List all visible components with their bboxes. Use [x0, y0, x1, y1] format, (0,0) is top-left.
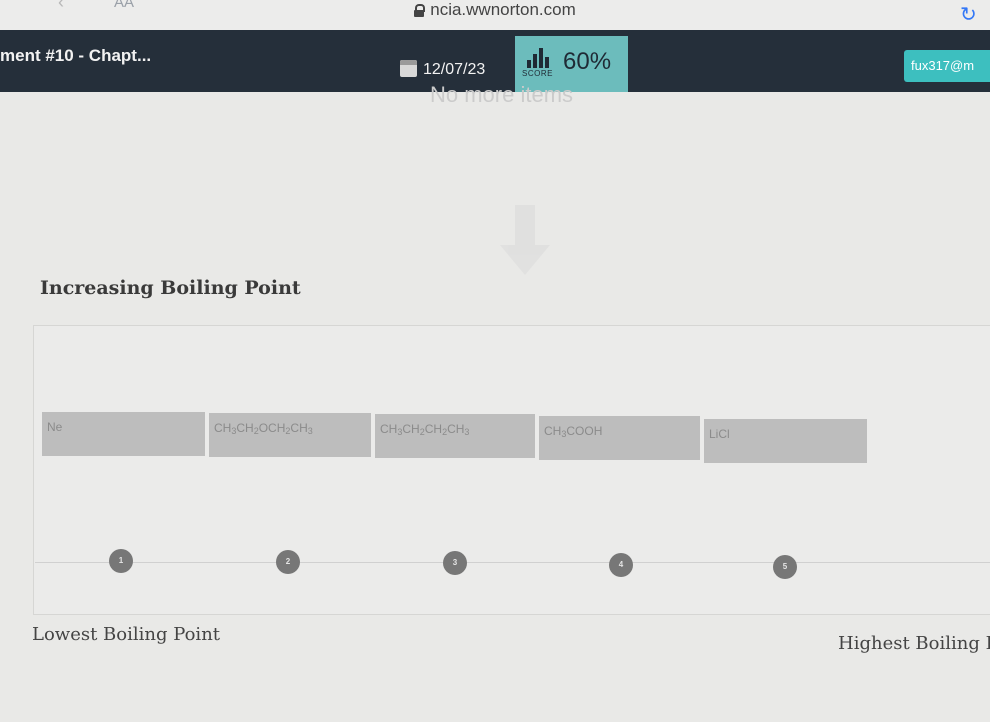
no-more-items-text: No more items — [430, 82, 574, 107]
assignment-title[interactable]: ment #10 - Chapt... — [0, 46, 151, 66]
formula-text: COOH — [566, 424, 603, 438]
formula-text: CH — [290, 421, 308, 435]
rank-slot-1: 1 — [109, 549, 133, 573]
lowest-label: Lowest Boiling Point — [32, 624, 221, 645]
rank-slot-3: 3 — [443, 551, 467, 575]
formula-text: CH — [424, 422, 443, 436]
rank-slot-2: 2 — [276, 550, 300, 574]
user-menu-button[interactable]: fux317@m — [904, 50, 990, 82]
rank-slot-4: 4 — [609, 553, 633, 577]
formula-text: Ne — [47, 420, 63, 434]
formula-subscript: 3 — [307, 426, 313, 436]
formula-text: LiCl — [709, 427, 730, 441]
due-date-text: 12/07/23 — [423, 61, 486, 78]
ranking-item-1[interactable]: Ne — [42, 412, 205, 456]
ranking-item-3[interactable]: CH3CH2CH2CH3 — [375, 414, 535, 458]
down-arrow-icon — [500, 205, 550, 277]
ranking-panel — [33, 325, 990, 615]
section-heading: Increasing Boiling Point — [40, 277, 301, 299]
highest-label: Highest Boiling Po — [838, 633, 990, 654]
lock-icon — [414, 4, 426, 17]
score-label: SCORE — [522, 69, 553, 78]
rank-slot-5: 5 — [773, 555, 797, 579]
formula-text: CH — [236, 421, 254, 435]
formula-text: CH — [447, 422, 465, 436]
formula-text: CH — [380, 422, 398, 436]
reload-icon[interactable]: ↻ — [960, 2, 977, 27]
ranking-item-2[interactable]: CH3CH2OCH2CH3 — [209, 413, 371, 457]
calendar-icon — [400, 60, 417, 77]
formula-text: CH — [214, 421, 232, 435]
browser-toolbar: ‹ AA ncia.wwnorton.com ↻ — [0, 0, 990, 30]
url-text: ncia.wwnorton.com — [430, 0, 576, 19]
formula-text: OCH — [258, 421, 286, 435]
score-value: 60% — [563, 48, 612, 75]
due-date: 12/07/23 — [400, 60, 485, 79]
formula-subscript: 3 — [464, 427, 470, 437]
address-bar[interactable]: ncia.wwnorton.com — [0, 0, 990, 20]
formula-text: CH — [402, 422, 420, 436]
formula-text: CH — [544, 424, 562, 438]
ranking-item-5[interactable]: LiCl — [704, 419, 867, 463]
ranking-track — [35, 562, 990, 563]
ranking-item-4[interactable]: CH3COOH — [539, 416, 700, 460]
